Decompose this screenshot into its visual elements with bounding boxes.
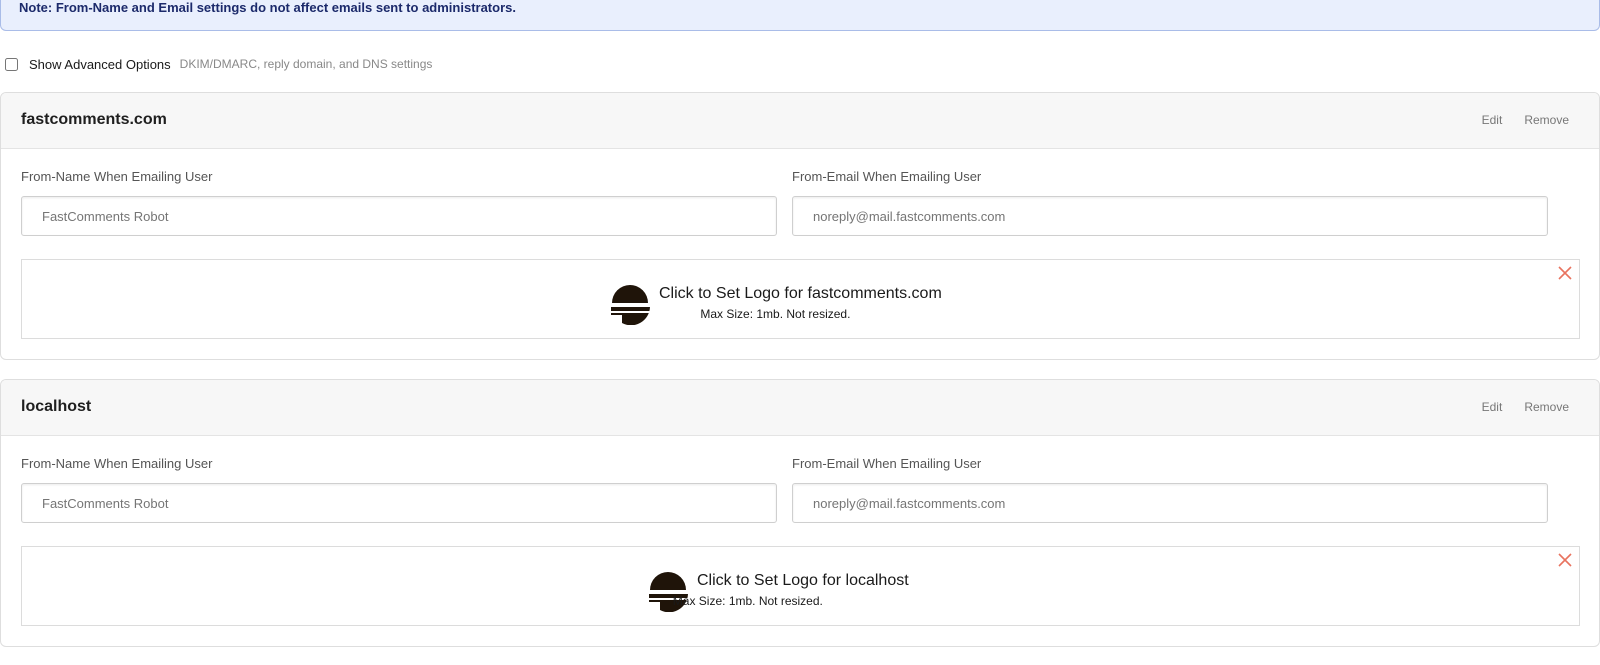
logo-upload-text: Click to Set Logo for localhost Max Size…	[673, 571, 909, 609]
from-email-label: From-Email When Emailing User	[792, 169, 982, 184]
domain-actions: Edit Remove	[1482, 400, 1569, 414]
from-email-input[interactable]	[792, 483, 1548, 523]
from-name-label: From-Name When Emailing User	[21, 456, 213, 471]
domain-card-fastcomments: fastcomments.com Edit Remove From-Name W…	[0, 92, 1600, 360]
logo-upload-area[interactable]: Click to Set Logo for localhost Max Size…	[21, 546, 1580, 626]
logo-upload-title[interactable]: Click to Set Logo for fastcomments.com	[659, 284, 942, 304]
advanced-options-checkbox[interactable]	[5, 57, 18, 71]
advanced-options-hint: DKIM/DMARC, reply domain, and DNS settin…	[179, 57, 433, 71]
logo-upload-hint: Max Size: 1mb. Not resized.	[700, 307, 851, 321]
note-text: Note: From-Name and Email settings do no…	[19, 0, 516, 15]
domain-card-header: localhost Edit Remove	[1, 380, 1599, 436]
logo-upload-content[interactable]: Click to Set Logo for localhost Max Size…	[648, 571, 909, 612]
logo-upload-content[interactable]: Click to Set Logo for fastcomments.com M…	[610, 284, 942, 325]
logo-upload-area[interactable]: Click to Set Logo for fastcomments.com M…	[21, 259, 1580, 339]
close-icon[interactable]	[1557, 265, 1573, 281]
admin-email-note: Note: From-Name and Email settings do no…	[0, 0, 1600, 31]
advanced-options-toggle[interactable]: Show Advanced Options DKIM/DMARC, reply …	[5, 56, 432, 72]
close-icon[interactable]	[1557, 552, 1573, 568]
domain-card-header: fastcomments.com Edit Remove	[1, 93, 1599, 149]
from-name-label: From-Name When Emailing User	[21, 169, 213, 184]
edit-domain-button[interactable]: Edit	[1482, 113, 1503, 127]
fastcomments-logo-icon	[610, 285, 650, 325]
domain-name: localhost	[21, 398, 92, 415]
domain-name: fastcomments.com	[21, 111, 167, 128]
from-name-input[interactable]	[21, 196, 777, 236]
domain-card-localhost: localhost Edit Remove From-Name When Ema…	[0, 379, 1600, 647]
logo-upload-text: Click to Set Logo for fastcomments.com M…	[659, 284, 942, 322]
logo-upload-title[interactable]: Click to Set Logo for localhost	[697, 571, 909, 591]
from-email-label: From-Email When Emailing User	[792, 456, 982, 471]
domain-actions: Edit Remove	[1482, 113, 1569, 127]
from-email-input[interactable]	[792, 196, 1548, 236]
remove-domain-button[interactable]: Remove	[1524, 113, 1569, 127]
edit-domain-button[interactable]: Edit	[1482, 400, 1503, 414]
from-name-input[interactable]	[21, 483, 777, 523]
remove-domain-button[interactable]: Remove	[1524, 400, 1569, 414]
advanced-options-label[interactable]: Show Advanced Options	[29, 57, 171, 72]
logo-upload-hint: Max Size: 1mb. Not resized.	[672, 594, 823, 608]
